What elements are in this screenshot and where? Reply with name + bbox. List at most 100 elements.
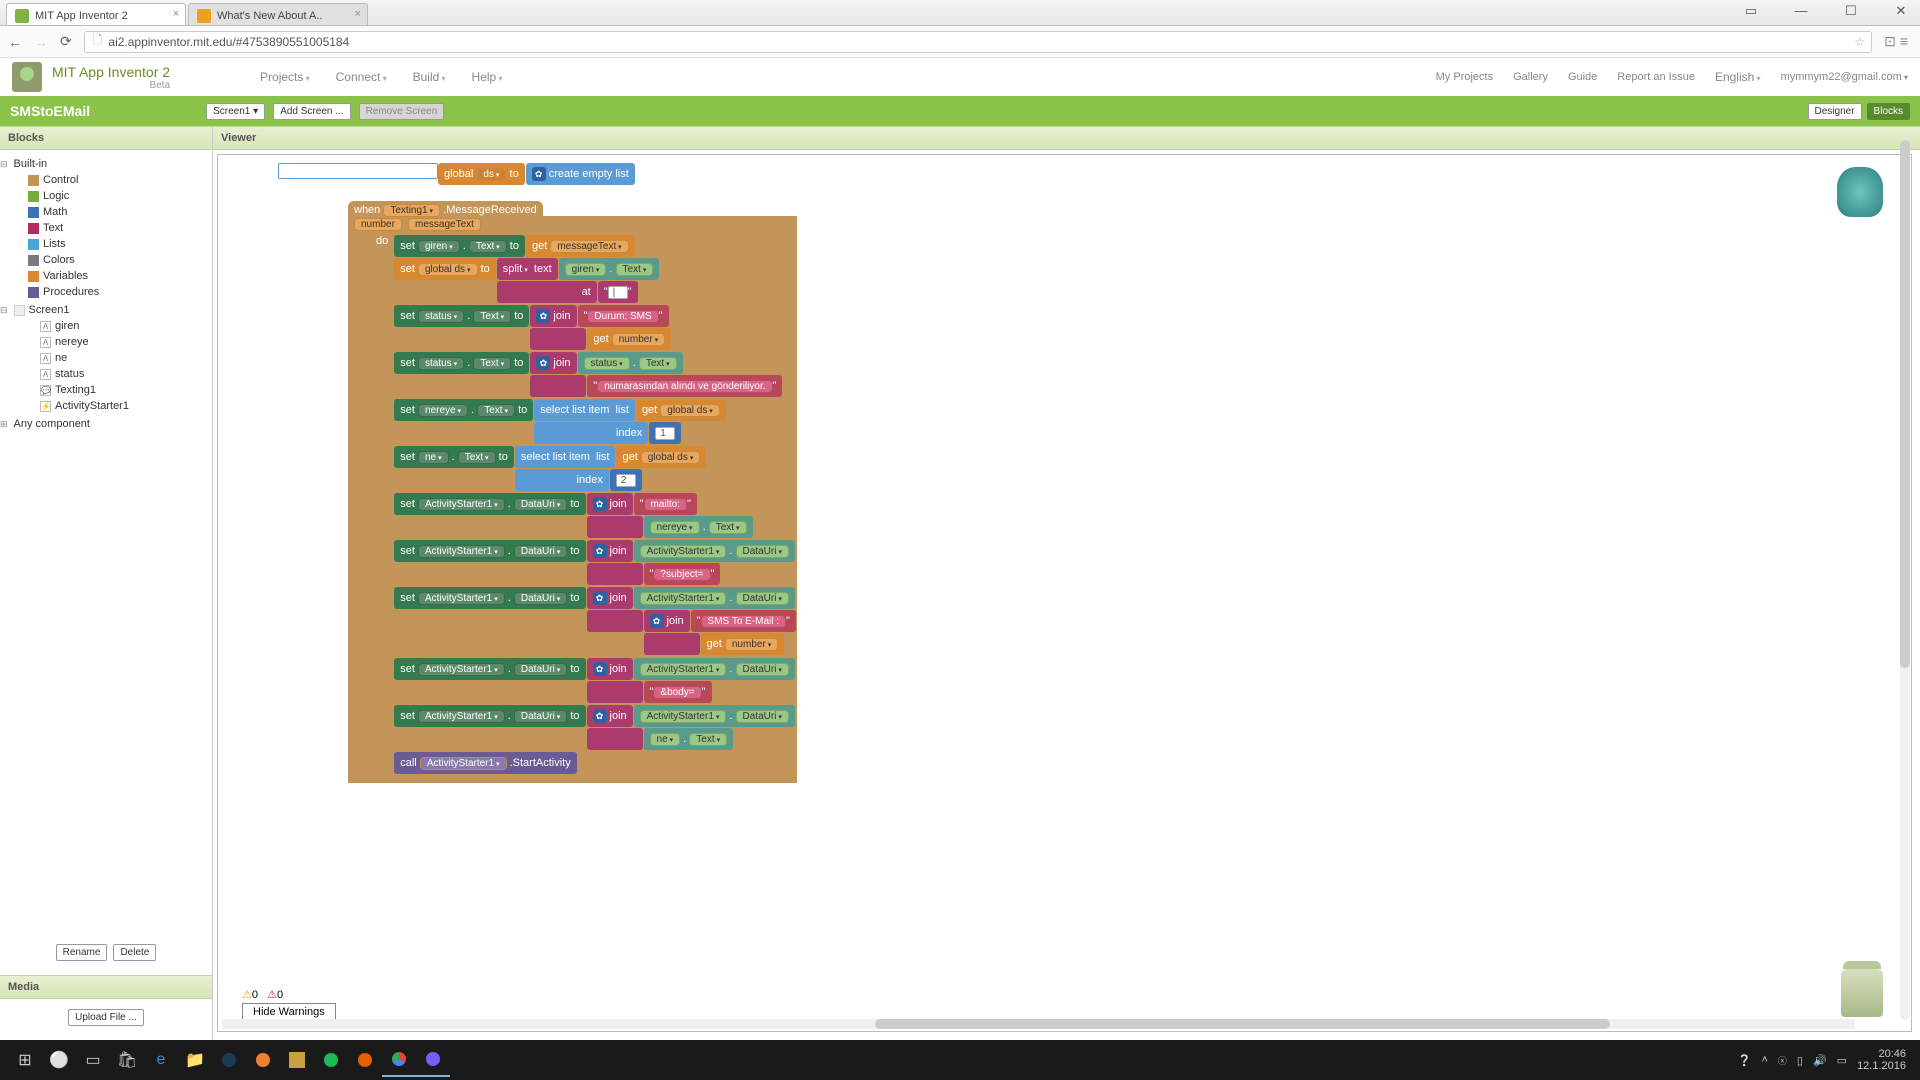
minimize-icon[interactable]: —: [1786, 3, 1816, 19]
edge-icon[interactable]: e: [144, 1043, 178, 1077]
taskbar: ⊞ ⚪ ▭ 🛍 e 📁 ❔ ˄ ⓧ ▯ 🔊 ▭ 20:4612.1.2016: [0, 1040, 1920, 1080]
browser-tab-inactive[interactable]: What's New About A.. ×: [188, 3, 368, 25]
help-icon[interactable]: ❔: [1738, 1054, 1752, 1067]
remove-screen-button[interactable]: Remove Screen: [359, 103, 445, 120]
blocks-panel-header: Blocks: [0, 126, 212, 150]
tree-item-logic[interactable]: Logic: [10, 188, 202, 204]
taskview-icon[interactable]: ▭: [76, 1043, 110, 1077]
browser-tab-active[interactable]: MIT App Inventor 2 ×: [6, 3, 186, 25]
menu-connect[interactable]: Connect: [336, 70, 387, 84]
tree-item-nereye[interactable]: Anereye: [10, 334, 202, 350]
tree-item-lists[interactable]: Lists: [10, 236, 202, 252]
block-set-global-ds[interactable]: set global ds to split text giren . Text…: [394, 258, 797, 304]
maximize-icon[interactable]: ☐: [1836, 3, 1866, 19]
media-panel-header: Media: [0, 975, 212, 999]
steam-icon[interactable]: [212, 1043, 246, 1077]
block-set-ne[interactable]: set ne . Text to select list item list g…: [394, 446, 797, 492]
menu-icon[interactable]: ≡: [1900, 33, 1908, 50]
menu-projects[interactable]: Projects: [260, 70, 310, 84]
tree-item-math[interactable]: Math: [10, 204, 202, 220]
tree-screen[interactable]: ⊟Screen1: [10, 302, 202, 318]
block-set-nereye[interactable]: set nereye . Text to select list item li…: [394, 399, 797, 445]
tree-buttons: Rename Delete: [0, 934, 212, 975]
block-set-datauri-4[interactable]: set ActivityStarter1 . DataUri to ✿join …: [394, 658, 797, 704]
tray-notify-icon[interactable]: ▭: [1837, 1054, 1847, 1067]
close-icon[interactable]: ×: [173, 8, 179, 20]
tray-lang-icon[interactable]: ⓧ: [1778, 1054, 1787, 1067]
taskbar-clock[interactable]: 20:4612.1.2016: [1857, 1048, 1912, 1072]
tree-item-status[interactable]: Astatus: [10, 366, 202, 382]
tree-item-variables[interactable]: Variables: [10, 268, 202, 284]
user-icon[interactable]: ▭: [1736, 3, 1766, 19]
tree-item-ne[interactable]: Ane: [10, 350, 202, 366]
rename-button[interactable]: Rename: [56, 944, 108, 961]
upload-button[interactable]: Upload File ...: [68, 1009, 144, 1026]
chrome-icon[interactable]: [382, 1043, 416, 1077]
menu-language[interactable]: English: [1715, 70, 1761, 84]
explorer-icon[interactable]: 📁: [178, 1043, 212, 1077]
trash-icon[interactable]: [1841, 969, 1883, 1017]
app-logo-icon: [12, 62, 42, 92]
add-screen-button[interactable]: Add Screen ...: [273, 103, 350, 120]
menu-account[interactable]: mymmym22@gmail.com: [1781, 71, 1908, 83]
blocks-button[interactable]: Blocks: [1867, 103, 1910, 120]
store-icon[interactable]: 🛍: [110, 1043, 144, 1077]
menu-help[interactable]: Help: [472, 70, 503, 84]
block-set-status-1[interactable]: set status . Text to ✿join "Durum: SMS "…: [394, 305, 797, 351]
screen-dropdown[interactable]: Screen1 ▾: [206, 103, 265, 120]
page-icon: 🗋: [93, 31, 103, 52]
link-report[interactable]: Report an Issue: [1617, 71, 1695, 83]
search-icon[interactable]: ⚪: [42, 1043, 76, 1077]
block-set-giren[interactable]: set giren . Text to get messageText: [394, 235, 797, 257]
horizontal-scrollbar[interactable]: [222, 1019, 1855, 1029]
app-icon-1[interactable]: [246, 1043, 280, 1077]
translate-icon[interactable]: ⊡: [1884, 33, 1896, 50]
window-controls: ▭ — ☐ ✕: [1736, 3, 1916, 19]
block-set-datauri-3[interactable]: set ActivityStarter1 . DataUri to ✿join …: [394, 587, 797, 657]
tab-title: MIT App Inventor 2: [35, 10, 128, 22]
tree-any[interactable]: ⊞Any component: [10, 416, 202, 432]
tree-item-activitystarter1[interactable]: ⚡ActivityStarter1: [10, 398, 202, 414]
menu-build[interactable]: Build: [413, 70, 446, 84]
viber-icon[interactable]: [416, 1043, 450, 1077]
close-icon[interactable]: ×: [355, 8, 361, 20]
blocks-canvas[interactable]: global ds to ✿create empty list when Tex…: [217, 154, 1912, 1032]
tree-item-text[interactable]: Text: [10, 220, 202, 236]
block-call-activity[interactable]: call ActivityStarter1 .StartActivity: [394, 752, 797, 774]
tray-network-icon[interactable]: ▯: [1797, 1054, 1803, 1067]
link-myprojects[interactable]: My Projects: [1436, 71, 1493, 83]
block-set-datauri-1[interactable]: set ActivityStarter1 . DataUri to ✿join …: [394, 493, 797, 539]
tree-item-texting1[interactable]: 💬Texting1: [10, 382, 202, 398]
close-window-icon[interactable]: ✕: [1886, 3, 1916, 19]
app-icon-2[interactable]: [280, 1043, 314, 1077]
tray-volume-icon[interactable]: 🔊: [1813, 1054, 1827, 1067]
tree-builtin[interactable]: ⊟Built-in: [10, 156, 202, 172]
url-input[interactable]: 🗋 ai2.appinventor.mit.edu/#4753890551005…: [84, 31, 1872, 53]
tree-item-control[interactable]: Control: [10, 172, 202, 188]
bookmark-icon[interactable]: ☆: [1854, 35, 1865, 49]
tree-item-giren[interactable]: Agiren: [10, 318, 202, 334]
side-panel: Blocks ⊟Built-in ControlLogicMathTextLis…: [0, 126, 213, 1040]
tree-item-colors[interactable]: Colors: [10, 252, 202, 268]
link-gallery[interactable]: Gallery: [1513, 71, 1548, 83]
vertical-scrollbar[interactable]: [1900, 140, 1910, 1020]
block-init-global[interactable]: global ds to ✿create empty list: [278, 163, 797, 185]
reload-icon[interactable]: ⟳: [60, 33, 72, 50]
firefox-icon[interactable]: [348, 1043, 382, 1077]
back-icon[interactable]: ←: [8, 34, 22, 50]
block-event-wrap[interactable]: when Texting1 .MessageReceived number me…: [348, 195, 797, 783]
backpack-icon[interactable]: [1837, 167, 1883, 217]
delete-button[interactable]: Delete: [113, 944, 156, 961]
tray-chevron-icon[interactable]: ˄: [1761, 1054, 1767, 1066]
block-set-status-2[interactable]: set status . Text to ✿join status . Text…: [394, 352, 797, 398]
link-guide[interactable]: Guide: [1568, 71, 1597, 83]
designer-button[interactable]: Designer: [1808, 103, 1862, 120]
spotify-icon[interactable]: [314, 1043, 348, 1077]
project-bar: SMStoEMail Screen1 ▾ Add Screen ... Remo…: [0, 96, 1920, 126]
block-set-datauri-2[interactable]: set ActivityStarter1 . DataUri to ✿join …: [394, 540, 797, 586]
block-set-datauri-5[interactable]: set ActivityStarter1 . DataUri to ✿join …: [394, 705, 797, 751]
taskbar-tray: ❔ ˄ ⓧ ▯ 🔊 ▭ 20:4612.1.2016: [1738, 1048, 1912, 1072]
start-icon[interactable]: ⊞: [8, 1043, 42, 1077]
forward-icon[interactable]: →: [34, 34, 48, 50]
tree-item-procedures[interactable]: Procedures: [10, 284, 202, 300]
